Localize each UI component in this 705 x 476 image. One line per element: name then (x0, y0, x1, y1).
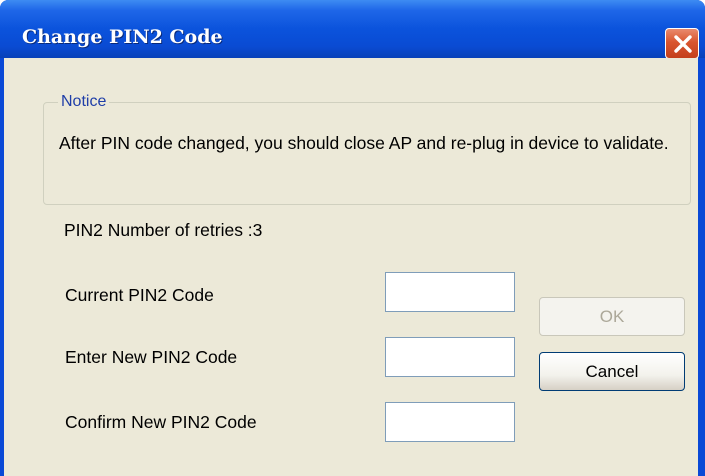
close-button[interactable] (665, 28, 699, 59)
close-x-icon (674, 35, 692, 53)
title-bar[interactable]: Change PIN2 Code (0, 0, 705, 59)
notice-groupbox: Notice After PIN code changed, you shoul… (43, 93, 691, 205)
current-pin2-input[interactable] (385, 272, 515, 312)
confirm-pin2-label: Confirm New PIN2 Code (65, 412, 257, 432)
dialog-title: Change PIN2 Code (22, 26, 223, 48)
new-pin2-label: Enter New PIN2 Code (65, 347, 238, 367)
confirm-pin2-input[interactable] (385, 402, 515, 442)
notice-text: After PIN code changed, you should close… (59, 133, 669, 153)
notice-legend: Notice (58, 93, 110, 111)
change-pin2-dialog: Change PIN2 Code Notice After PIN code c… (0, 0, 705, 476)
current-pin2-label: Current PIN2 Code (65, 285, 214, 305)
ok-button[interactable]: OK (539, 297, 685, 336)
dialog-body: Notice After PIN code changed, you shoul… (4, 58, 698, 476)
retries-label: PIN2 Number of retries :3 (64, 220, 263, 240)
cancel-button[interactable]: Cancel (539, 352, 685, 391)
new-pin2-input[interactable] (385, 337, 515, 377)
